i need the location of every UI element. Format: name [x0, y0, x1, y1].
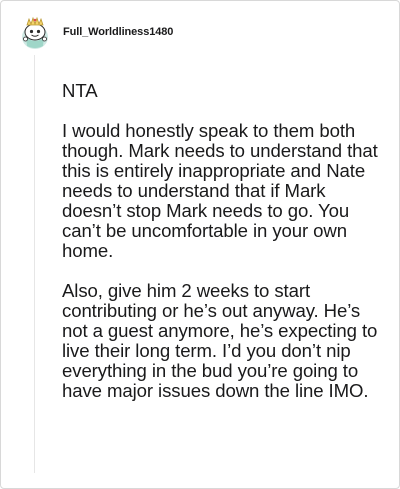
comment-paragraph: I would honestly speak to them both thou… [62, 120, 378, 261]
comment-header: Full_Worldliness1480 [19, 15, 173, 51]
snoo-avatar-icon[interactable] [19, 15, 51, 51]
comment-body: NTA I would honestly speak to them both … [62, 81, 384, 421]
comment-card: Full_Worldliness1480 NTA I would honestl… [0, 0, 400, 489]
comment-paragraph: NTA [62, 80, 98, 101]
thread-line[interactable] [34, 55, 35, 473]
comment-author[interactable]: Full_Worldliness1480 [63, 26, 173, 38]
comment-paragraph: Also, give him 2 weeks to start contribu… [62, 280, 378, 401]
